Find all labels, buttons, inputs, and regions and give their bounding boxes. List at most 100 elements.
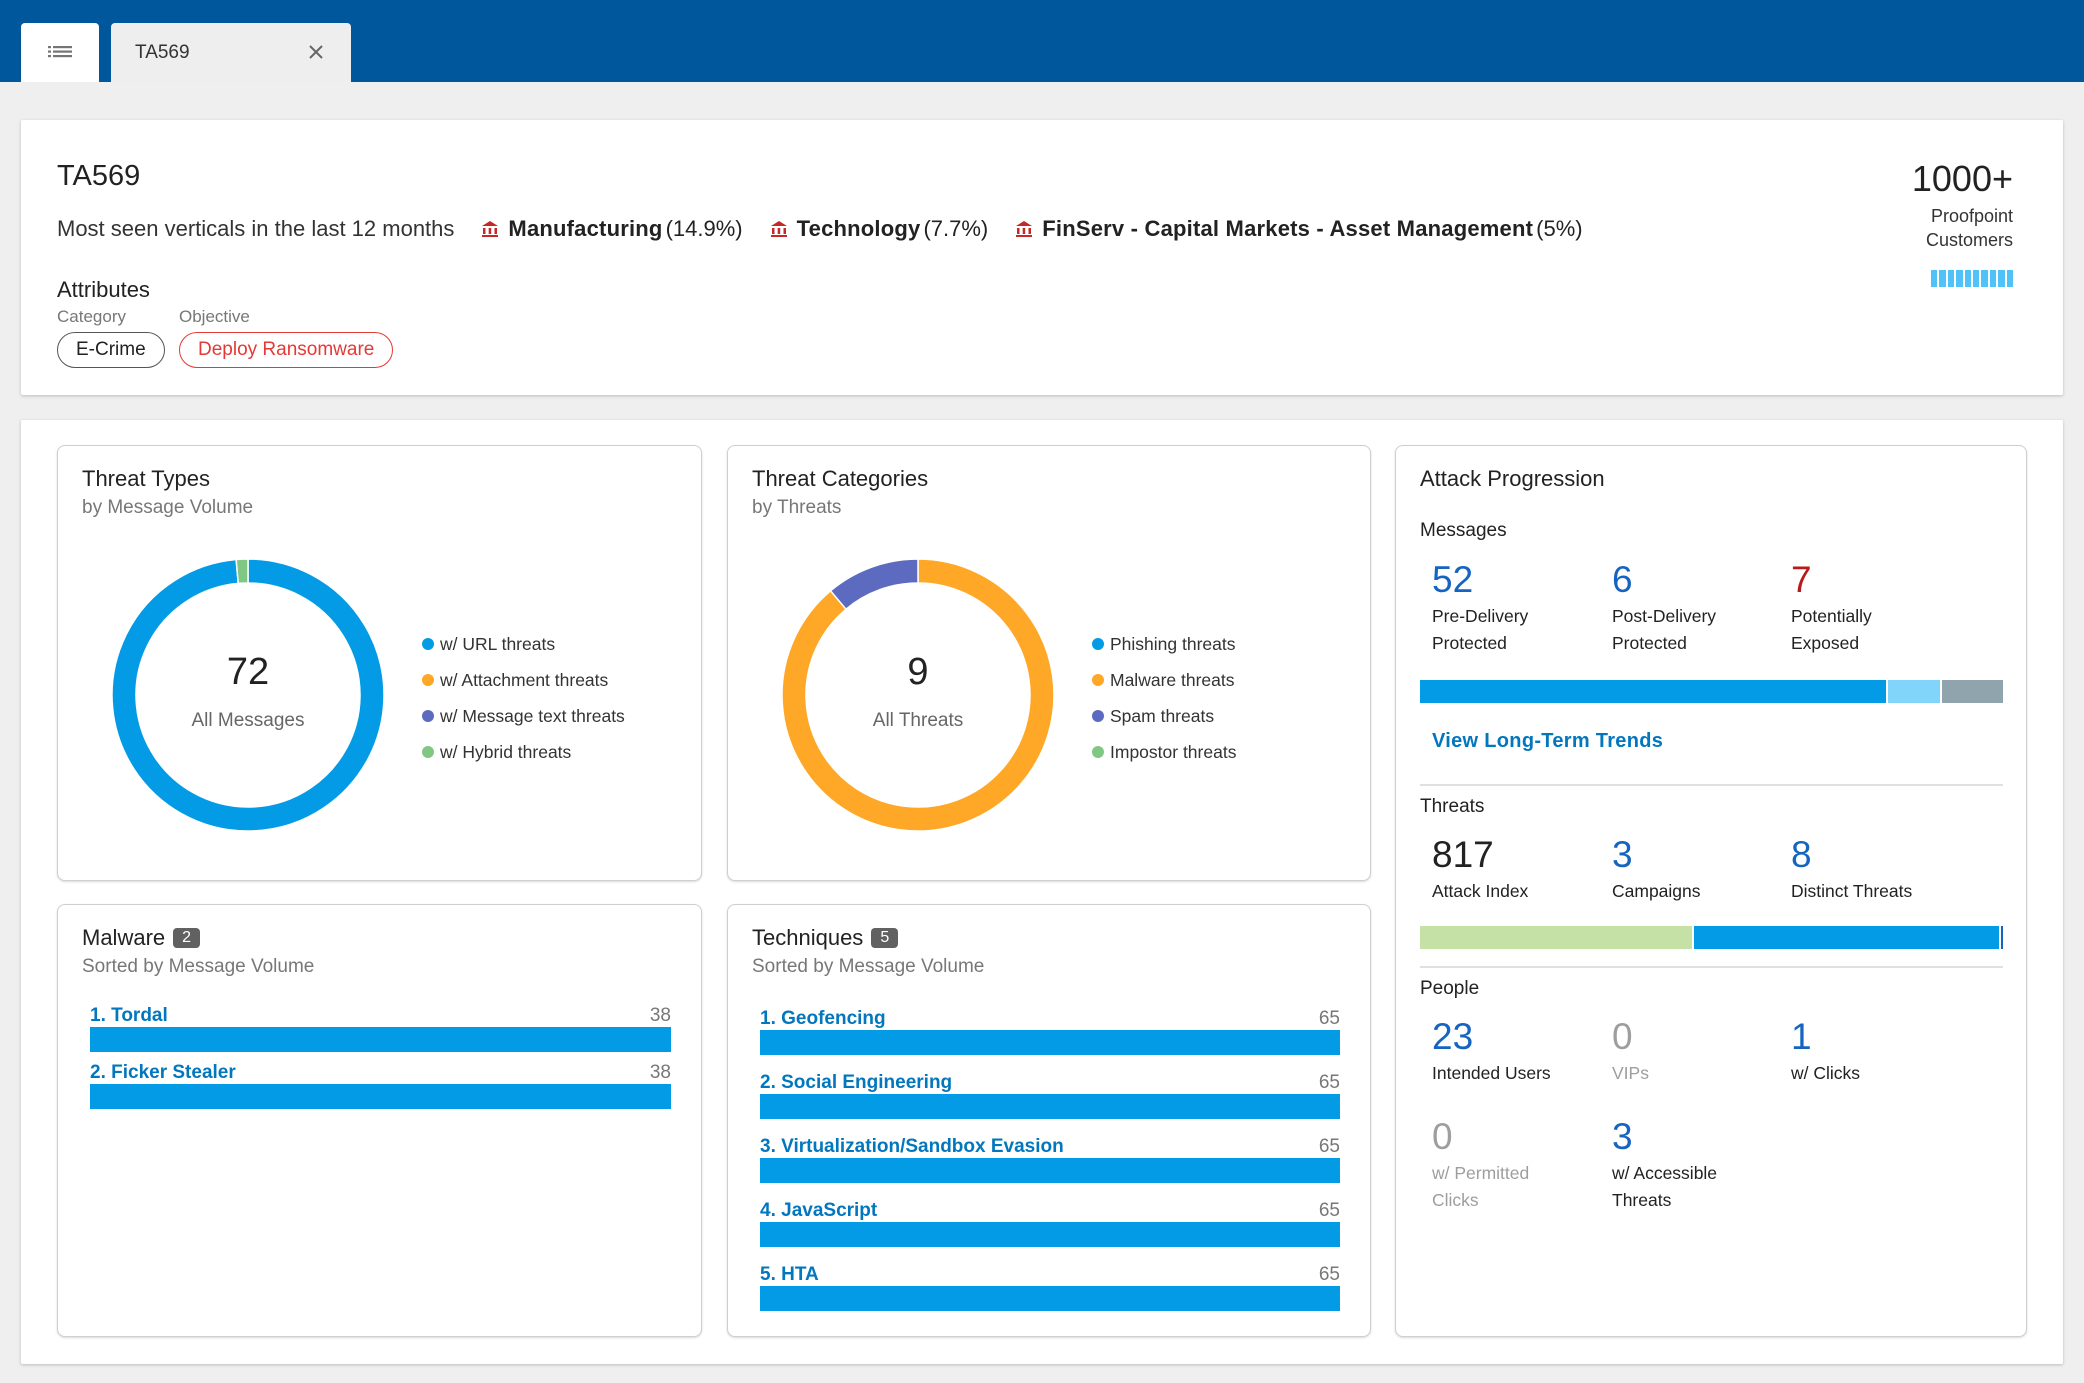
main-card: Threat Types by Message Volume 72 All Me… bbox=[21, 420, 2063, 1364]
bar-list-item: 5. HTA 65 bbox=[760, 1260, 1340, 1311]
stat-vips: 0 VIPs bbox=[1612, 1016, 1649, 1087]
bar-item-value: 38 bbox=[649, 1005, 671, 1026]
page-title: TA569 bbox=[57, 160, 141, 192]
legend-item[interactable]: Spam threats bbox=[1092, 698, 1236, 734]
panel-subtitle: Sorted by Message Volume bbox=[752, 956, 985, 977]
objective-chip[interactable]: Deploy Ransomware bbox=[179, 332, 394, 368]
divider bbox=[1420, 966, 2003, 968]
stat-label: Distinct Threats bbox=[1791, 881, 1913, 901]
stat-accessible-threats[interactable]: 3 w/ Accessible Threats bbox=[1612, 1116, 1717, 1214]
bar-item-link[interactable]: 2. Social Engineering bbox=[760, 1072, 952, 1094]
verticals-label: Most seen verticals in the last 12 month… bbox=[57, 216, 455, 241]
stat-label: Pre-Delivery Protected bbox=[1432, 606, 1529, 653]
bar-item-value: 65 bbox=[1318, 1008, 1340, 1029]
legend-item[interactable]: Impostor threats bbox=[1092, 734, 1236, 770]
meter-segment bbox=[1956, 270, 1963, 287]
legend-item[interactable]: w/ URL threats bbox=[422, 626, 625, 662]
legend-label: Phishing threats bbox=[1110, 633, 1236, 654]
tab-label: TA569 bbox=[135, 41, 190, 63]
stat-label: w/ Clicks bbox=[1791, 1063, 1861, 1083]
close-icon[interactable] bbox=[305, 41, 327, 63]
bar-item-link[interactable]: 4. JavaScript bbox=[760, 1200, 877, 1222]
bar-head: 4. JavaScript 65 bbox=[760, 1196, 1340, 1222]
donut-slice-w-url-threats[interactable] bbox=[112, 559, 384, 831]
stat-potentially-exposed[interactable]: 7 Potentially Exposed bbox=[1791, 559, 1872, 657]
bar-head: 2. Ficker Stealer 38 bbox=[90, 1058, 671, 1084]
bar-item-link[interactable]: 3. Virtualization/Sandbox Evasion bbox=[760, 1136, 1064, 1158]
bar-fill bbox=[760, 1158, 1340, 1183]
vertical-name: Technology bbox=[796, 216, 921, 241]
donut-slice-malware-threats[interactable] bbox=[782, 559, 1054, 831]
bar-track bbox=[760, 1158, 1340, 1183]
stat-label: w/ Accessible Threats bbox=[1612, 1163, 1718, 1210]
bank-icon bbox=[482, 221, 499, 237]
legend-label: w/ Hybrid threats bbox=[440, 741, 572, 762]
legend-dot-icon bbox=[422, 674, 434, 686]
panel-subtitle: Sorted by Message Volume bbox=[82, 956, 315, 977]
threats-bar-segment bbox=[1999, 926, 2003, 949]
donut-slice-w-hybrid-threats[interactable] bbox=[235, 559, 249, 585]
bar-fill bbox=[760, 1030, 1340, 1055]
view-long-term-trends-link[interactable]: View Long-Term Trends bbox=[1432, 730, 1663, 753]
category-chip[interactable]: E-Crime bbox=[57, 332, 165, 368]
bar-track bbox=[90, 1084, 671, 1109]
bar-item-link[interactable]: 1. Geofencing bbox=[760, 1008, 886, 1030]
vertical-percent: (7.7%) bbox=[923, 216, 989, 241]
legend-dot-icon bbox=[1092, 674, 1104, 686]
divider bbox=[1420, 784, 2003, 786]
stat-with-clicks[interactable]: 1 w/ Clicks bbox=[1791, 1016, 1860, 1087]
threat-types-donut[interactable] bbox=[112, 559, 384, 831]
customers-summary: 1000+ Proofpoint Customers bbox=[1912, 158, 2013, 287]
stat-distinct-threats[interactable]: 8 Distinct Threats bbox=[1791, 834, 1912, 905]
legend-item[interactable]: w/ Hybrid threats bbox=[422, 734, 625, 770]
legend-label: Spam threats bbox=[1110, 705, 1215, 726]
menu-button[interactable] bbox=[21, 23, 99, 82]
bar-item-link[interactable]: 1. Tordal bbox=[90, 1005, 168, 1027]
customers-label-line: Proofpoint bbox=[1930, 206, 2013, 226]
donut-slice-spam-threats[interactable] bbox=[829, 559, 919, 611]
customers-meter bbox=[1912, 270, 2013, 287]
bar-head: 5. HTA 65 bbox=[760, 1260, 1340, 1286]
bar-head: 2. Social Engineering 65 bbox=[760, 1068, 1340, 1094]
vertical-percent: (5%) bbox=[1536, 216, 1583, 241]
meter-segment bbox=[1964, 270, 1972, 287]
legend-label: w/ URL threats bbox=[440, 633, 556, 654]
legend-item[interactable]: w/ Message text threats bbox=[422, 698, 625, 734]
bar-item-value: 65 bbox=[1318, 1200, 1340, 1221]
bar-fill bbox=[760, 1094, 1340, 1119]
bar-item-link[interactable]: 5. HTA bbox=[760, 1264, 819, 1286]
legend-item[interactable]: Malware threats bbox=[1092, 662, 1236, 698]
legend-item[interactable]: w/ Attachment threats bbox=[422, 662, 625, 698]
bar-fill bbox=[760, 1222, 1340, 1247]
stat-value: 8 bbox=[1791, 834, 1812, 875]
tab-ta569[interactable]: TA569 bbox=[111, 23, 351, 82]
bar-fill bbox=[90, 1027, 671, 1052]
meter-segment bbox=[1998, 270, 2005, 287]
threat-categories-panel: Threat Categories by Threats 9 All Threa… bbox=[727, 445, 1371, 881]
legend-dot-icon bbox=[1092, 746, 1104, 758]
bar-track bbox=[760, 1222, 1340, 1247]
legend-dot-icon bbox=[1092, 710, 1104, 722]
messages-section-label: Messages bbox=[1420, 520, 1507, 541]
verticals-row: Most seen verticals in the last 12 month… bbox=[57, 216, 1609, 242]
stat-post-delivery[interactable]: 6 Post-Delivery Protected bbox=[1612, 559, 1716, 657]
threats-bar-segment bbox=[1691, 926, 2000, 949]
stat-pre-delivery[interactable]: 52 Pre-Delivery Protected bbox=[1432, 559, 1528, 657]
bar-item-link[interactable]: 2. Ficker Stealer bbox=[90, 1062, 236, 1084]
bar-track bbox=[760, 1030, 1340, 1055]
threats-bar-segment bbox=[1420, 926, 1692, 949]
threat-categories-donut[interactable] bbox=[782, 559, 1054, 831]
customers-label-line: Customers bbox=[1925, 230, 2013, 250]
stat-label: Campaigns bbox=[1612, 881, 1701, 901]
threats-section-label: Threats bbox=[1420, 796, 1485, 817]
stat-label: Post-Delivery Protected bbox=[1612, 606, 1717, 653]
malware-list: 1. Tordal 38 2. Ficker Stealer 38 bbox=[90, 1001, 671, 1115]
panel-title: Malware 2 bbox=[82, 925, 201, 951]
vertical-item: FinServ - Capital Markets - Asset Manage… bbox=[1014, 216, 1583, 242]
stat-intended-users[interactable]: 23 Intended Users bbox=[1432, 1016, 1551, 1087]
stat-campaigns[interactable]: 3 Campaigns bbox=[1612, 834, 1701, 905]
legend-item[interactable]: Phishing threats bbox=[1092, 626, 1236, 662]
bar-head: 3. Virtualization/Sandbox Evasion 65 bbox=[760, 1132, 1340, 1158]
bar-list-item: 3. Virtualization/Sandbox Evasion 65 bbox=[760, 1132, 1340, 1183]
messages-bar-segment bbox=[1886, 680, 1941, 703]
